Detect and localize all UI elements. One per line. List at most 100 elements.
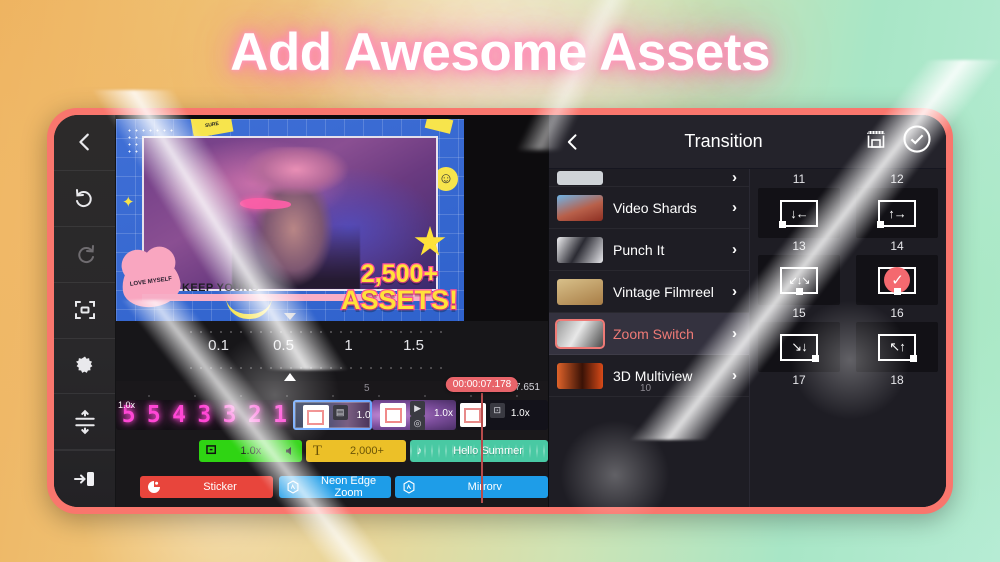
speed-scale[interactable]: 0.1 0.5 1 1.5 [116, 321, 548, 381]
expand-frame-icon [73, 298, 97, 322]
effect-clip[interactable]: Neon Edge Zoom [279, 475, 391, 499]
effects-track-2: Sticker Neon Edge Zoom Mirrorv [116, 471, 549, 503]
countdown-number: 1 [273, 402, 287, 428]
countdown-number: 3 [222, 402, 237, 428]
video-clip[interactable]: ▶ ◎ 1.0x [372, 400, 456, 430]
list-item[interactable]: › [549, 169, 749, 187]
heart-sticker-label: LOVE MYSELF [129, 275, 173, 288]
transition-cell[interactable]: 12 ↑→ [856, 171, 938, 238]
clip-badge-icon: ◎ [410, 416, 426, 430]
back-button[interactable] [54, 115, 115, 171]
transition-preview-box[interactable]: ↖↑ [856, 322, 938, 372]
transition-cell[interactable]: 13 ↙↓↘ [758, 238, 840, 305]
export-button[interactable] [54, 451, 115, 507]
effect-clip-label: 2,000+ [350, 445, 384, 457]
category-label: Punch It [613, 241, 665, 258]
chevron-right-icon: › [732, 283, 737, 300]
transition-cell[interactable]: 17 [758, 372, 840, 389]
transition-preview-box[interactable]: ↙↓↘ [758, 255, 840, 305]
check-circle-icon [902, 124, 932, 159]
countdown-number: 5 [146, 402, 161, 428]
clip-badge-icon: ⊡ [489, 403, 505, 418]
panel-body: › Video Shards › Punch It › Vintage Film… [549, 169, 946, 507]
speed-ticks-top [186, 329, 446, 335]
grid-row: 13 ↙↓↘ 14 ✓ [758, 238, 938, 305]
list-item[interactable]: Video Shards › [549, 187, 749, 229]
transition-cell[interactable]: 11 ↓← [758, 171, 840, 238]
transition-glyph-icon: ↓← [779, 199, 818, 228]
chevron-right-icon: › [732, 169, 737, 186]
transition-preview-box[interactable]: ↓← [758, 188, 840, 238]
effect-clip-label: 1.0x [240, 445, 262, 457]
effect-clip[interactable]: 1.0x [199, 440, 302, 462]
transition-cell-selected[interactable]: 14 ✓ [856, 238, 938, 305]
track-height-button[interactable] [54, 394, 115, 451]
effect-clip[interactable]: T 2,000+ [305, 440, 407, 462]
effect-clip[interactable]: Mirrorv [394, 476, 549, 498]
sticker-icon [147, 480, 161, 494]
transition-number: 15 [792, 306, 806, 320]
preview-area: ✦ ✦ SURE ☺ LOVE MYSELF KEEP [116, 115, 548, 321]
speed-selection-marker[interactable] [284, 373, 296, 381]
video-clip[interactable]: ▤ 1.0x [292, 400, 373, 430]
settings-button[interactable] [54, 339, 115, 395]
panel-title: Transition [684, 131, 763, 151]
audio-clip[interactable]: ♪ Hello Summer [409, 440, 549, 462]
effects-track-1: 1.0x T 2,000+ ♪ Hello Summer [116, 435, 549, 467]
video-preview[interactable]: ✦ ✦ SURE ☺ LOVE MYSELF KEEP [116, 119, 464, 321]
gear-icon [73, 354, 97, 378]
panel-header: Transition [549, 115, 946, 169]
category-thumbnail [557, 170, 603, 185]
transition-cell[interactable]: 15 ↘↓ [758, 305, 840, 372]
transition-panel: Transition › Video Shards › Punch It › V… [548, 115, 946, 507]
speed-ticks-bottom [186, 365, 446, 371]
transition-preview-box[interactable]: ↘↓ [758, 322, 840, 372]
transition-category-list[interactable]: › Video Shards › Punch It › Vintage Film… [549, 169, 749, 507]
clip-speed-label: 1.0x [510, 408, 530, 419]
playhead[interactable]: 00:00:07.178 [445, 377, 519, 503]
category-label: 3D Multiview [613, 367, 693, 384]
video-clip[interactable]: ⊡ 1.0x [455, 400, 548, 430]
category-label: Zoom Switch [613, 325, 694, 342]
sticker-clip[interactable]: Sticker [139, 476, 274, 498]
list-item[interactable]: Punch It › [549, 229, 749, 271]
playhead-time-badge: 00:00:07.178 [445, 377, 519, 392]
countdown-number: 3 [197, 402, 212, 428]
speed-label-row: 0.1 0.5 1 1.5 [186, 337, 446, 354]
assets-label: ASSETS! [340, 284, 460, 315]
text-icon: T [312, 442, 322, 459]
list-item-zoom-switch[interactable]: Zoom Switch › [549, 313, 749, 355]
preview-collapse-caret[interactable] [284, 313, 296, 320]
grid-row: 15 ↘↓ 16 ↖↑ [758, 305, 938, 372]
countdown-speed-label: 1.0x [118, 400, 136, 410]
countdown-clip[interactable]: 1.0x 5 5 4 3 3 2 1 [116, 400, 293, 430]
photo-glasses [240, 198, 279, 209]
video-track: 1.0x 5 5 4 3 3 2 1 ▤ 1.0 ▶ ◎ 1.0x ⊡ 1.0x [116, 399, 548, 431]
redo-button[interactable] [54, 227, 115, 283]
transition-cell[interactable]: 18 [856, 372, 938, 389]
transition-number: 14 [890, 239, 904, 253]
clip-badge-icon: ▤ [332, 405, 348, 420]
transition-number: 18 [890, 373, 904, 387]
transition-cell[interactable]: 16 ↖↑ [856, 305, 938, 372]
store-icon [864, 127, 888, 156]
effect-icon [402, 480, 416, 494]
transition-grid: 11 ↓← 12 ↑→ 13 ↙↓↘ 14 ✓ 15 ↘↓ 16 ↖↑ 17 1… [749, 169, 946, 507]
track-height-icon [72, 409, 98, 435]
fit-screen-button[interactable] [54, 283, 115, 339]
transition-preview-box[interactable]: ✓ [856, 255, 938, 305]
store-button[interactable] [864, 127, 888, 156]
panel-back-button[interactable] [563, 132, 583, 152]
list-item[interactable]: Vintage Filmreel › [549, 271, 749, 313]
undo-button[interactable] [54, 171, 115, 227]
clip-badge-icon: ▶ [410, 401, 426, 416]
chevron-left-icon [74, 131, 96, 153]
transition-number: 17 [792, 373, 806, 387]
assets-count: 2,500+ [360, 260, 440, 289]
confirm-button[interactable] [902, 124, 932, 159]
transition-preview-box[interactable]: ↑→ [856, 188, 938, 238]
transition-thumb-icon [302, 405, 329, 428]
effect-icon [286, 480, 300, 494]
speed-label: 1 [344, 337, 353, 354]
transition-glyph-icon: ✓ [878, 266, 916, 295]
